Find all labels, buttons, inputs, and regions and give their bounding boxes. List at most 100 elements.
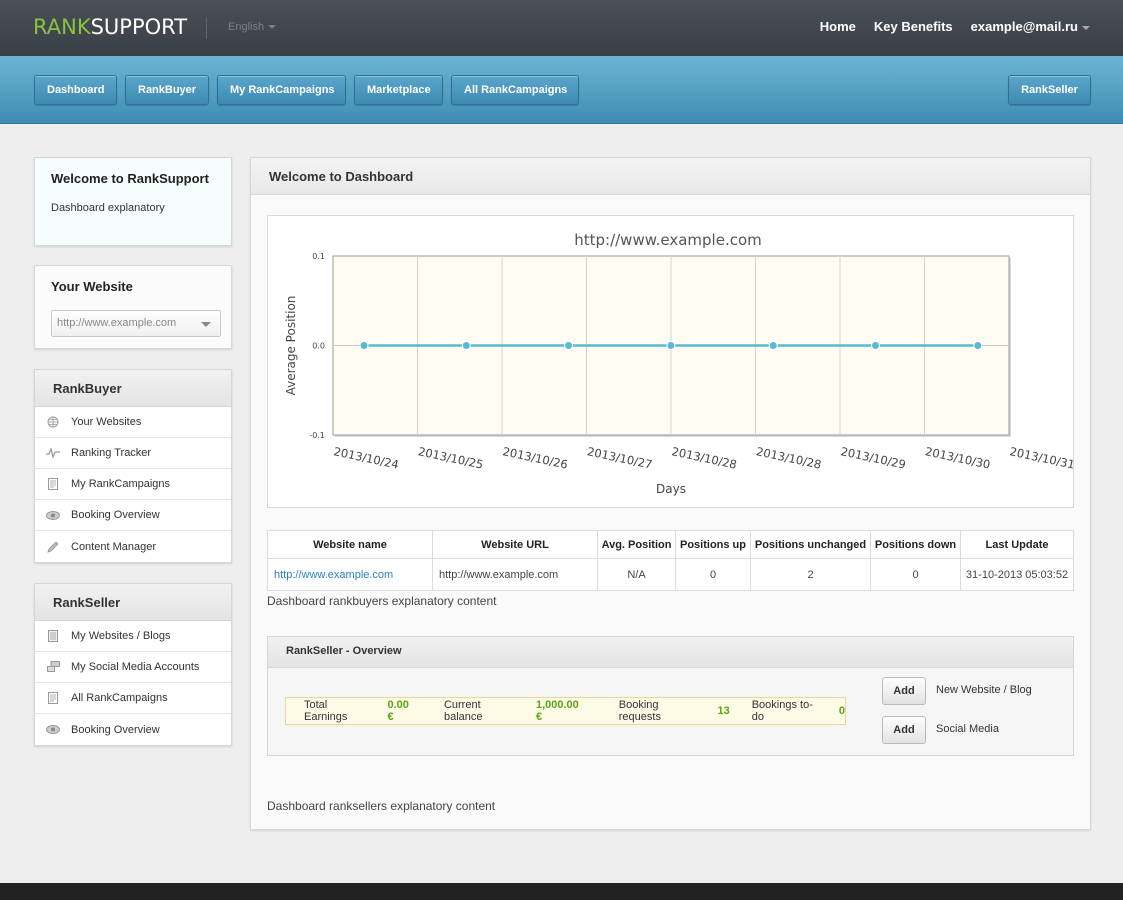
bookings-todo-value: 0 [838,705,845,717]
pencil-icon [35,540,71,553]
data-point [359,341,369,350]
user-email: example@mail.ru [970,19,1078,34]
current-balance-value: 1,000.00 € [535,699,579,723]
document-icon [35,692,71,704]
home-link[interactable]: Home [820,19,856,34]
table-row: http://www.example.com http://www.exampl… [267,558,1074,591]
chart-svg: http://www.example.com 0.1 0.0 -0.1 Average … [284,231,1075,496]
divider [206,17,207,39]
chevron-down-icon [201,322,211,327]
sidebar-item-label: My RankCampaigns [71,478,171,490]
column-header: Website name [267,530,433,559]
total-earnings-label: Total Earnings [304,699,348,723]
sidebar-item-social-media-accounts[interactable]: My Social Media Accounts [35,652,231,683]
language-label: English [228,21,265,33]
add-website-label: New Website / Blog [936,684,1032,696]
sidebar-item-label: Content Manager [71,540,156,553]
page-icon [35,630,71,642]
top-bar: RANKSUPPORT English Home Key Benefits ex… [0,0,1123,56]
sidebar-item-all-rankcampaigns[interactable]: All RankCampaigns [35,683,231,714]
sidebar-item-label: Ranking Tracker [71,447,152,459]
rankbuyers-explanatory-text: Dashboard rankbuyers explanatory content [267,594,497,608]
nav-rankbuyer-button[interactable]: RankBuyer [125,75,209,105]
website-select[interactable]: http://www.example.com [51,310,221,337]
column-header: Website URL [432,530,598,559]
add-website-button[interactable]: Add [882,677,926,705]
sidebar-item-booking-overview[interactable]: Booking Overview [35,500,231,531]
last-update-cell: 31-10-2013 05:03:52 [960,558,1074,591]
rankseller-menu-title: RankSeller [35,584,231,621]
data-point [871,341,880,350]
y-tick-label: -0.1 [309,431,325,440]
sidebar-item-my-rankcampaigns[interactable]: My RankCampaigns [35,469,231,500]
column-header: Positions down [870,530,961,559]
nav-marketplace-button[interactable]: Marketplace [354,75,443,105]
sidebar-item-my-websites-blogs[interactable]: My Websites / Blogs [35,621,231,652]
website-select-value: http://www.example.com [57,317,177,329]
bookings-todo-label: Bookings to-do [751,699,813,723]
websites-table: Website name Website URL Avg. Position P… [267,530,1074,591]
sidebar-item-your-websites[interactable]: Your Websites [35,407,231,438]
user-menu[interactable]: example@mail.ru [971,19,1090,34]
pulse-icon [35,448,71,458]
chat-icon [35,661,71,673]
x-tick-label: 2013/10/31 [1008,444,1075,471]
data-point [768,341,778,350]
your-website-title: Your Website [51,279,133,294]
data-point [666,341,676,350]
positions-up-cell: 0 [675,558,751,591]
x-tick-label: 2013/10/30 [924,444,992,471]
welcome-title: Welcome to RankSupport [51,171,209,186]
document-icon [35,478,71,490]
positions-down-cell: 0 [870,558,961,591]
globe-icon [35,416,71,428]
eye-icon [35,725,71,734]
sidebar-item-label: Booking Overview [71,509,160,521]
rankseller-overview: RankSeller - Overview Total Earnings 0.0… [267,636,1074,756]
dashboard-panel: Welcome to Dashboard http://www.example.… [250,157,1091,830]
rankbuyer-menu-title: RankBuyer [35,370,231,407]
sidebar-item-label: All RankCampaigns [71,692,168,704]
x-axis-label: Days [656,482,686,496]
sidebar-item-label: Booking Overview [71,723,160,736]
x-tick-label: 2013/10/29 [839,444,907,471]
rankseller-overview-title: RankSeller - Overview [268,637,1073,668]
main-nav: Dashboard RankBuyer My RankCampaigns Mar… [0,56,1123,124]
language-dropdown[interactable]: English [228,21,277,33]
sidebar-item-content-manager[interactable]: Content Manager [35,531,231,562]
ranking-chart: http://www.example.com 0.1 0.0 -0.1 Average … [267,215,1075,508]
add-social-media-button[interactable]: Add [882,716,926,744]
column-header: Positions up [675,530,751,559]
footer [0,883,1123,900]
your-website-panel: Your Website http://www.example.com [34,265,232,349]
key-benefits-link[interactable]: Key Benefits [874,19,953,34]
chart-title: http://www.example.com [574,231,762,249]
nav-all-rankcampaigns-button[interactable]: All RankCampaigns [451,75,579,105]
x-tick-label: 2013/10/28 [670,444,738,471]
current-balance-label: Current balance [443,699,483,723]
sidebar-item-label: Your Websites [71,416,142,428]
nav-rankseller-button[interactable]: RankSeller [1008,75,1091,105]
rankseller-menu: RankSeller My Websites / Blogs My Social… [34,583,232,746]
data-point [973,341,983,350]
website-name-link[interactable]: http://www.example.com [274,569,393,581]
x-tick-label: 2013/10/26 [501,444,569,471]
add-social-media-label: Social Media [936,723,999,735]
booking-requests-value: 13 [717,705,730,717]
total-earnings-value: 0.00 € [387,699,409,723]
sidebar-item-seller-booking-overview[interactable]: Booking Overview [35,714,231,745]
website-url-cell: http://www.example.com [432,558,598,591]
ranksellers-explanatory-text: Dashboard ranksellers explanatory conten… [267,799,496,813]
logo-rank: RANK [33,15,91,39]
column-header: Avg. Position [597,530,676,559]
welcome-panel: Welcome to RankSupport Dashboard explana… [34,157,232,246]
x-tick-label: 2013/10/25 [417,444,485,471]
x-tick-label: 2013/10/28 [755,444,823,471]
website-name-cell: http://www.example.com [267,558,433,591]
nav-my-rankcampaigns-button[interactable]: My RankCampaigns [217,75,346,105]
sidebar-item-ranking-tracker[interactable]: Ranking Tracker [35,438,231,469]
avg-position-cell: N/A [597,558,676,591]
nav-dashboard-button[interactable]: Dashboard [34,75,117,105]
eye-icon [35,510,71,520]
logo[interactable]: RANKSUPPORT [33,15,187,39]
